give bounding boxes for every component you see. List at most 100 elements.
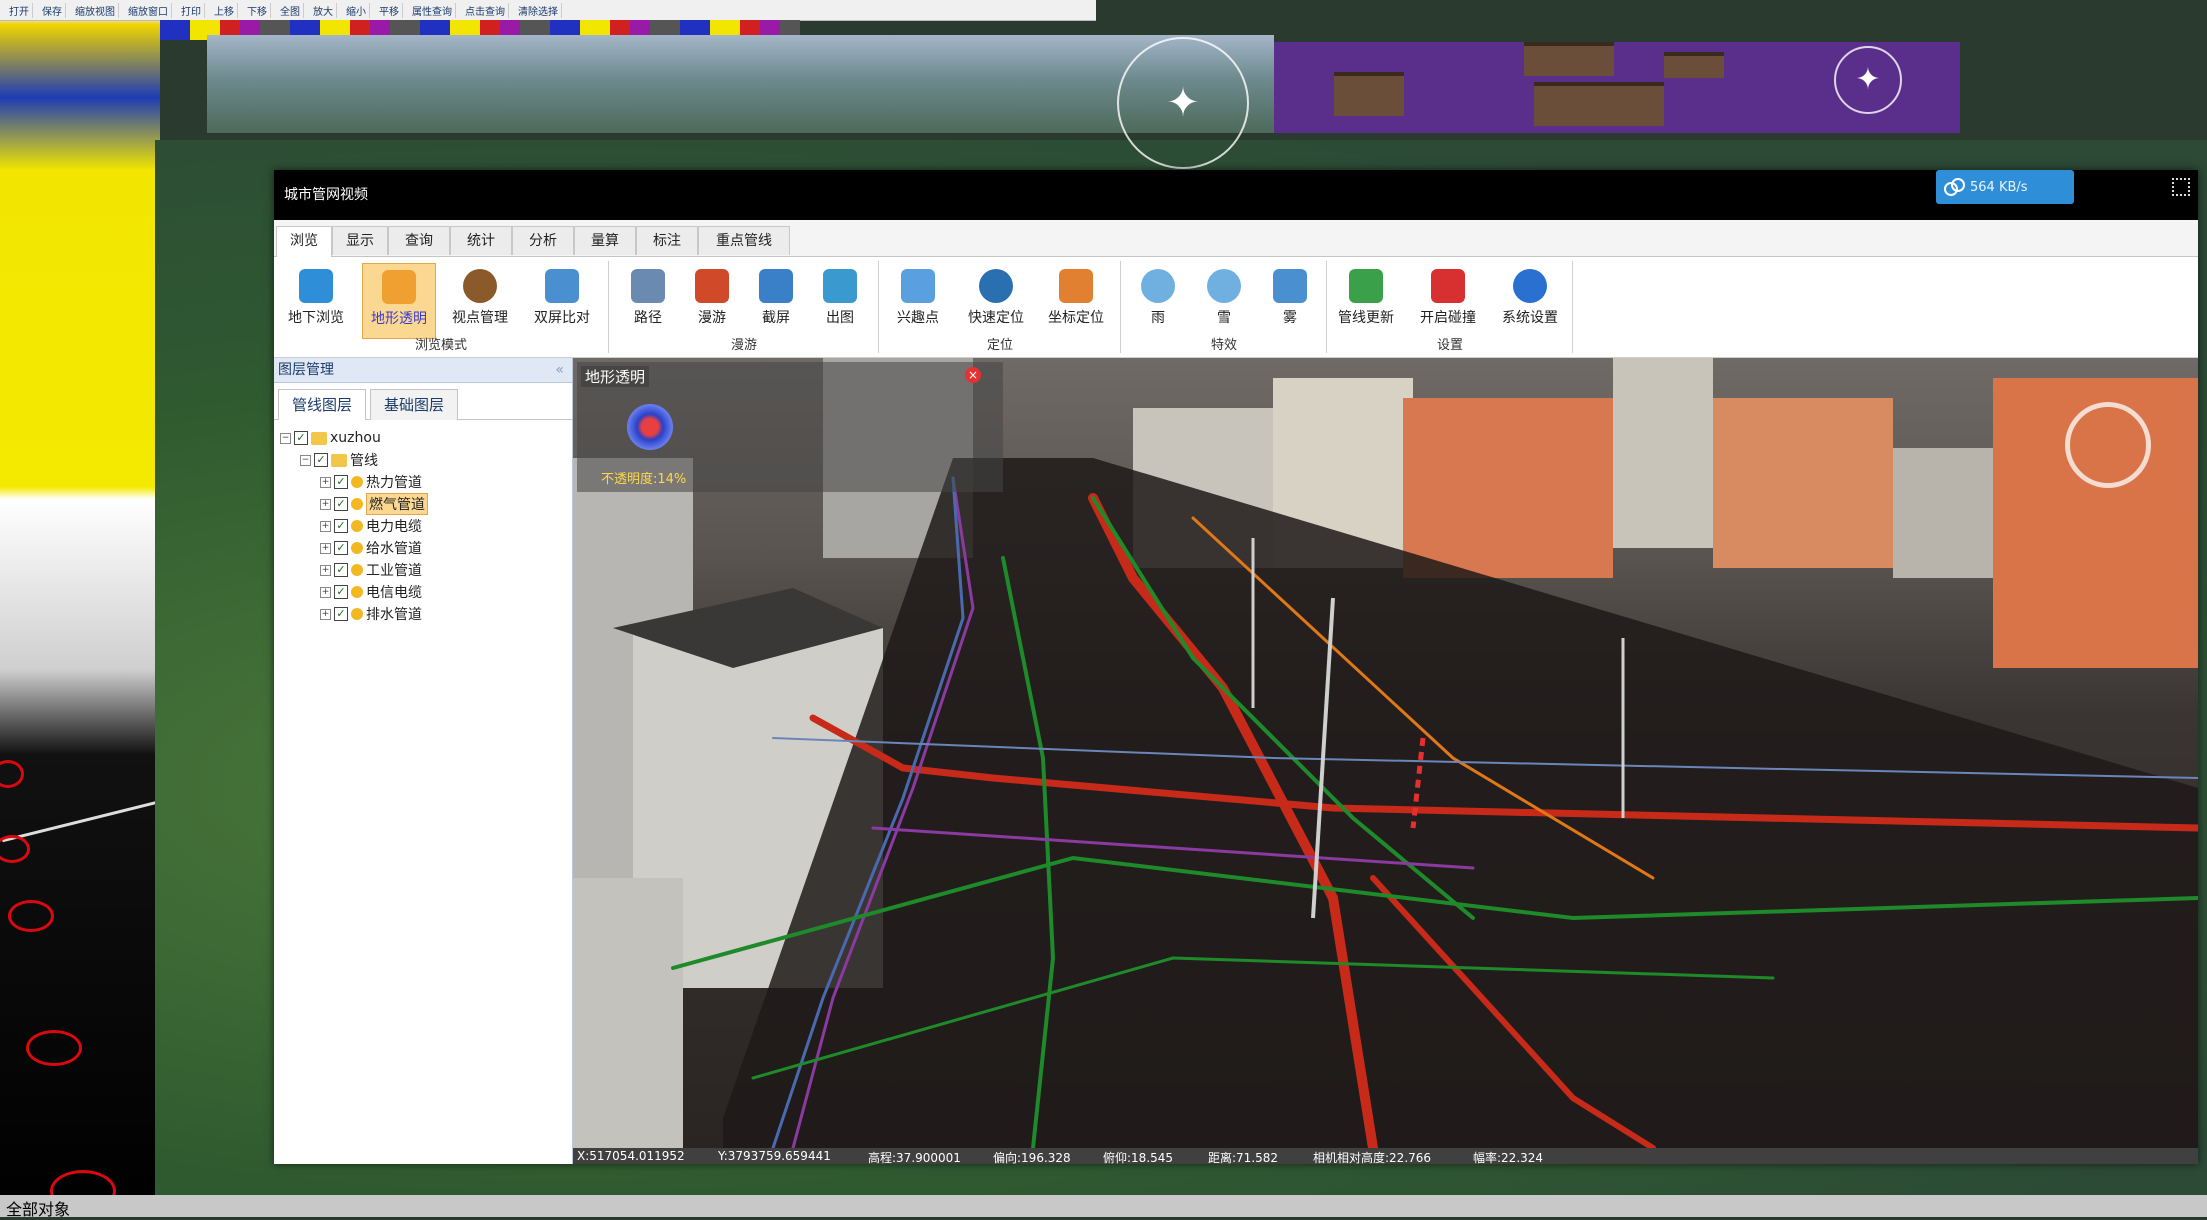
terrain-transparent-button[interactable]: 地形透明: [362, 263, 436, 339]
checkbox[interactable]: ✓: [334, 519, 348, 533]
tree-node-layer[interactable]: + ✓ 燃气管道: [320, 493, 428, 515]
bg-toolbar-item: 属性查询: [409, 2, 456, 18]
navigation-ring-icon[interactable]: [2065, 402, 2151, 488]
status-y: Y:3793759.659441: [718, 1149, 831, 1163]
poi-button[interactable]: 兴趣点: [882, 263, 954, 337]
expand-icon[interactable]: +: [320, 520, 331, 532]
tab-display[interactable]: 显示: [332, 226, 388, 255]
bg-toolbar-item: 全图: [277, 2, 304, 18]
app-header: 城市管网视频 564 KB/s: [274, 170, 2198, 220]
system-settings-button[interactable]: 系统设置: [1494, 263, 1566, 337]
expand-icon[interactable]: +: [320, 476, 331, 488]
layer-bulb-icon: [351, 564, 363, 576]
bg-toolbar-item: 缩放视图: [72, 2, 119, 18]
split-screen-button[interactable]: 双屏比对: [526, 263, 598, 337]
rain-button[interactable]: 雨: [1122, 263, 1194, 337]
group-label: 浏览模式: [414, 338, 467, 353]
opacity-value-label: 不透明度:14%: [601, 472, 687, 487]
tab-browse[interactable]: 浏览: [276, 226, 332, 257]
tree-node-layer[interactable]: + ✓ 给水管道: [320, 538, 422, 558]
tab-key-pipelines[interactable]: 重点管线: [698, 226, 790, 255]
checkbox[interactable]: ✓: [334, 585, 348, 599]
tree-node-folder[interactable]: − ✓ 管线: [300, 450, 378, 470]
tab-query[interactable]: 查询: [388, 226, 450, 255]
app-window: 城市管网视频 564 KB/s 浏览 显示 查询 统计 分析 量算 标注 重点管…: [274, 170, 2198, 1164]
collapse-icon[interactable]: −: [300, 454, 311, 466]
coordinate-locate-button[interactable]: 坐标定位: [1040, 263, 1112, 337]
underground-browse-button[interactable]: 地下浏览: [280, 263, 352, 337]
tree-label: 工业管道: [366, 563, 422, 579]
path-button[interactable]: 路径: [612, 263, 684, 337]
button-label: 兴趣点: [897, 310, 939, 326]
layer-panel-header: 图层管理 «: [274, 358, 572, 383]
split-screen-icon: [545, 269, 579, 303]
database-icon: [311, 431, 327, 445]
roam-button[interactable]: 漫游: [676, 263, 748, 337]
tree-node-layer[interactable]: + ✓ 工业管道: [320, 560, 422, 580]
status-elevation: 高程:37.900001: [868, 1151, 961, 1164]
screenshot-button[interactable]: 截屏: [740, 263, 812, 337]
tab-annotate[interactable]: 标注: [636, 226, 698, 255]
cad-red-ring: [0, 760, 24, 788]
button-label: 截屏: [762, 310, 790, 326]
expand-icon[interactable]: +: [320, 564, 331, 576]
pipeline-update-icon: [1349, 269, 1383, 303]
opacity-knob[interactable]: [627, 404, 673, 450]
collision-button[interactable]: 开启碰撞: [1412, 263, 1484, 337]
expand-icon[interactable]: +: [320, 498, 331, 510]
fog-button[interactable]: 雾: [1254, 263, 1326, 337]
tab-measure[interactable]: 量算: [574, 226, 636, 255]
button-label: 系统设置: [1502, 310, 1558, 326]
tree-node-layer[interactable]: + ✓ 排水管道: [320, 604, 422, 624]
folder-icon: [331, 453, 347, 467]
close-icon[interactable]: ×: [965, 367, 981, 383]
tab-base-layers[interactable]: 基础图层: [370, 389, 458, 420]
status-camera-height: 相机相对高度:22.766: [1313, 1151, 1432, 1164]
button-label: 坐标定位: [1048, 310, 1104, 326]
expand-icon[interactable]: +: [320, 542, 331, 554]
checkbox[interactable]: ✓: [334, 475, 348, 489]
tree-label: 燃气管道: [366, 493, 428, 515]
pipeline-update-button[interactable]: 管线更新: [1330, 263, 1402, 337]
collapse-icon[interactable]: «: [555, 358, 564, 382]
checkbox[interactable]: ✓: [334, 563, 348, 577]
terrain-transparent-icon: [382, 270, 416, 304]
eye-icon: [463, 269, 497, 303]
viewpoint-manage-button[interactable]: 视点管理: [444, 263, 516, 337]
bg-toolbar-item: 放大: [310, 2, 337, 18]
tab-pipeline-layers[interactable]: 管线图层: [278, 389, 366, 420]
group-label: 特效: [1210, 338, 1237, 353]
button-label: 地下浏览: [288, 310, 344, 326]
tab-statistics[interactable]: 统计: [450, 226, 512, 255]
ribbon-toolbar: 地下浏览 地形透明 视点管理 双屏比对 浏览模式 路径 漫游 截屏 出图 漫游 …: [274, 257, 2198, 358]
building: [1613, 358, 1713, 548]
checkbox[interactable]: ✓: [314, 453, 328, 467]
fullscreen-icon[interactable]: [2172, 178, 2190, 196]
expand-icon[interactable]: +: [320, 608, 331, 620]
tree-node-layer[interactable]: + ✓ 热力管道: [320, 472, 422, 492]
quick-locate-button[interactable]: 快速定位: [960, 263, 1032, 337]
collapse-icon[interactable]: −: [280, 432, 291, 444]
tab-analysis[interactable]: 分析: [512, 226, 574, 255]
checkbox[interactable]: ✓: [334, 541, 348, 555]
tree-node-layer[interactable]: + ✓ 电信电缆: [320, 582, 422, 602]
layer-bulb-icon: [351, 608, 363, 620]
tree-label: xuzhou: [330, 430, 381, 446]
checkbox[interactable]: ✓: [334, 497, 348, 511]
snow-button[interactable]: 雪: [1188, 263, 1260, 337]
ribbon-group-locate: 兴趣点 快速定位 坐标定位 定位: [880, 261, 1121, 353]
fog-icon: [1273, 269, 1307, 303]
expand-icon[interactable]: +: [320, 586, 331, 598]
coordinate-icon: [1059, 269, 1093, 303]
building: [1713, 398, 1893, 568]
system-settings-icon: [1513, 269, 1547, 303]
checkbox[interactable]: ✓: [334, 607, 348, 621]
bg-toolbar-item: 平移: [376, 2, 403, 18]
checkbox[interactable]: ✓: [294, 431, 308, 445]
tree-node-root[interactable]: − ✓ xuzhou: [280, 428, 381, 448]
export-map-button[interactable]: 出图: [804, 263, 876, 337]
cloud-icon: [1944, 178, 1965, 196]
button-label: 视点管理: [452, 310, 508, 326]
3d-viewport[interactable]: 地形透明 × 不透明度:14%: [573, 358, 2198, 1148]
tree-node-layer[interactable]: + ✓ 电力电缆: [320, 516, 422, 536]
